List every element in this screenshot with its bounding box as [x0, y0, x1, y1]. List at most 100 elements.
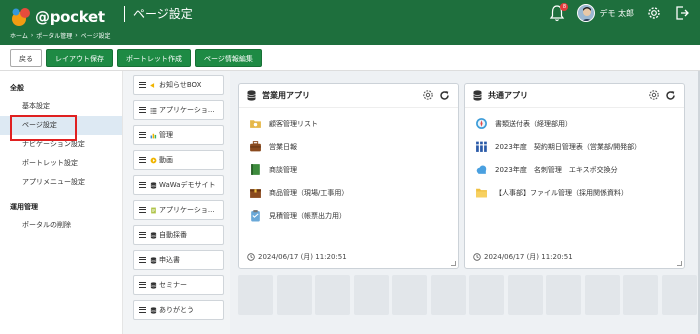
app-link[interactable]: 【人事部】ファイル管理（採用関係資料） — [465, 181, 684, 204]
portlet-part-item[interactable]: ありがとう — [133, 300, 224, 320]
db-icon — [150, 256, 157, 264]
portlet-part-label: 申込書 — [159, 256, 180, 264]
logout-icon[interactable] — [674, 5, 690, 21]
app-link[interactable]: 商談管理 — [239, 158, 458, 181]
gear-icon[interactable] — [422, 89, 434, 101]
empty-slot — [430, 275, 466, 315]
app-header: @pocket ページ設定 ホーム › ポータル管理 › ページ設定 8 デモ … — [0, 0, 700, 45]
avatar[interactable] — [577, 4, 596, 22]
app-link[interactable]: 見積管理（帳票出力用） — [239, 204, 458, 227]
breadcrumb-home[interactable]: ホーム — [10, 31, 28, 40]
binders-icon — [476, 141, 487, 152]
drag-handle-icon[interactable] — [139, 232, 146, 238]
portlet-part-item[interactable]: 管理 — [133, 125, 224, 145]
db-icon — [150, 231, 157, 239]
gear-icon[interactable] — [646, 5, 662, 21]
notification-badge: 8 — [560, 3, 569, 11]
portlet-part-label: 動画 — [159, 156, 173, 164]
portlet-part-item[interactable]: 動画 — [133, 150, 224, 170]
portlet-actions — [422, 89, 450, 101]
portlet-footer: 2024/06/17 (月) 11:20:51 — [473, 252, 573, 262]
chart-icon — [150, 133, 157, 138]
drag-handle-icon[interactable] — [139, 82, 146, 88]
drag-handle-icon[interactable] — [139, 207, 146, 213]
app-link-label: 営業日報 — [269, 142, 297, 151]
doc-icon — [151, 207, 156, 213]
portlet-part-item[interactable]: セミナー — [133, 275, 224, 295]
edit-page-info-button[interactable]: ページ情報編集 — [195, 48, 262, 67]
app-link[interactable]: 2023年度 契約期日管理表（営業部/開発部） — [465, 135, 684, 158]
resize-handle-icon[interactable] — [677, 261, 682, 266]
portlet-part-label: 管理 — [159, 131, 173, 139]
drag-handle-icon[interactable] — [139, 157, 146, 163]
refresh-icon[interactable] — [439, 90, 450, 101]
gear-icon[interactable] — [648, 89, 660, 101]
app-link[interactable]: 営業日報 — [239, 135, 458, 158]
breadcrumb: ホーム › ポータル管理 › ページ設定 — [10, 31, 111, 40]
app-link-label: 商品管理（現場/工事用） — [269, 188, 349, 197]
toolbar: 戻る レイアウト保存 ポートレット作成 ページ情報編集 — [0, 45, 700, 71]
portlet-timestamp: 2024/06/17 (月) 11:20:51 — [258, 253, 347, 261]
portlet-common-apps[interactable]: 共通アプリ 書類送付表（経理部用） 2023年度 契約期日管理表（営業部/開発部） 2… — [464, 83, 685, 269]
portlet-timestamp: 2024/06/17 (月) 11:20:51 — [484, 253, 573, 261]
folder-icon — [476, 188, 487, 198]
breadcrumb-separator: › — [30, 32, 34, 39]
app-link[interactable]: 2023年度 名刺管理 エキスポ交換分 — [465, 158, 684, 181]
user-photo-icon — [578, 5, 595, 21]
empty-slot — [353, 275, 389, 315]
sidebar-item-delete-portal[interactable]: ポータルの削除 — [0, 216, 122, 235]
drag-handle-icon[interactable] — [139, 182, 146, 188]
app-link[interactable]: 書類送付表（経理部用） — [465, 112, 684, 135]
resize-handle-icon[interactable] — [451, 261, 456, 266]
save-layout-button[interactable]: レイアウト保存 — [46, 48, 113, 67]
clock-icon — [473, 253, 481, 261]
cloud-icon — [476, 165, 487, 174]
drag-handle-icon[interactable] — [139, 107, 146, 113]
header-actions: 8 デモ 太郎 — [549, 3, 690, 23]
drag-handle-icon[interactable] — [139, 257, 146, 263]
portlet-sales-apps[interactable]: 営業用アプリ 顧客管理リスト 営業日報 商談管理 商品管理（現場/工事用） 見積管理（帳票… — [238, 83, 459, 269]
layout-area: 営業用アプリ 顧客管理リスト 営業日報 商談管理 商品管理（現場/工事用） 見積管理（帳票… — [230, 71, 700, 334]
drag-handle-icon[interactable] — [139, 307, 146, 313]
db-icon — [150, 306, 157, 314]
logo[interactable]: @pocket — [10, 6, 105, 28]
app-link-label: 商談管理 — [269, 165, 297, 174]
list-icon — [150, 107, 157, 114]
refresh-icon[interactable] — [665, 90, 676, 101]
drag-handle-icon[interactable] — [139, 282, 146, 288]
empty-slot — [661, 275, 697, 315]
portlet-part-item[interactable]: 自動採番 — [133, 225, 224, 245]
portlet-part-item[interactable]: 申込書 — [133, 250, 224, 270]
empty-slot — [392, 275, 427, 315]
portlet-part-item[interactable]: アプリケーショ... — [133, 200, 224, 220]
sidebar-item-basic-settings[interactable]: 基本設定 — [0, 97, 122, 116]
database-icon — [247, 90, 256, 101]
empty-slot — [623, 275, 658, 315]
notification-button[interactable]: 8 — [549, 3, 569, 23]
db-icon — [150, 181, 157, 189]
drag-handle-icon[interactable] — [139, 132, 146, 138]
logo-icon — [12, 8, 30, 26]
empty-slot — [469, 275, 504, 315]
portlet-part-item[interactable]: WaWaデモサイト — [133, 175, 224, 195]
portlet-part-label: お知らせBOX — [159, 81, 202, 89]
portlet-footer: 2024/06/17 (月) 11:20:51 — [247, 252, 347, 262]
portlet-part-label: 自動採番 — [159, 231, 187, 239]
portlet-parts-list: お知らせBOX アプリケーショ... 管理 動画 WaWaデモサイト アプリケーショ...… — [123, 71, 230, 334]
settings-sidebar: 全般 基本設定 ページ設定 ナビゲーション設定 ポートレット設定 アプリメニュー… — [0, 71, 123, 334]
app-link[interactable]: 商品管理（現場/工事用） — [239, 181, 458, 204]
sidebar-item-portlet-settings[interactable]: ポートレット設定 — [0, 154, 122, 173]
portlet-part-label: アプリケーショ... — [159, 206, 215, 214]
empty-slot — [315, 275, 350, 315]
empty-slot — [584, 275, 620, 315]
portlet-part-item[interactable]: アプリケーショ... — [133, 100, 224, 120]
box-icon — [250, 189, 261, 198]
breadcrumb-portal-admin[interactable]: ポータル管理 — [36, 31, 72, 40]
app-link[interactable]: 顧客管理リスト — [239, 112, 458, 135]
portlet-part-label: WaWaデモサイト — [159, 181, 216, 189]
user-name[interactable]: デモ 太郎 — [599, 8, 634, 19]
portlet-part-item[interactable]: お知らせBOX — [133, 75, 224, 95]
back-button[interactable]: 戻る — [10, 48, 42, 67]
create-portlet-button[interactable]: ポートレット作成 — [117, 48, 191, 67]
sidebar-item-app-menu-settings[interactable]: アプリメニュー設定 — [0, 173, 122, 192]
